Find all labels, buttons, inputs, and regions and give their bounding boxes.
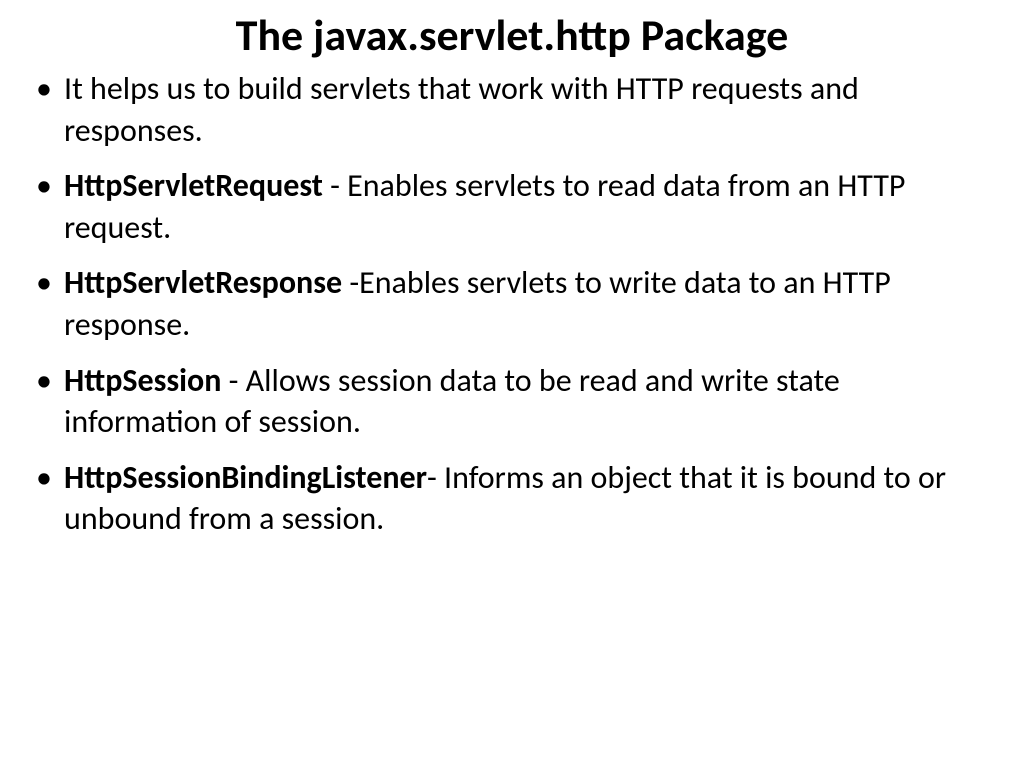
list-item: HttpSession - Allows session data to be … — [30, 360, 994, 443]
list-item: HttpServletRequest - Enables servlets to… — [30, 165, 994, 248]
list-item: HttpSessionBindingListener- Informs an o… — [30, 457, 994, 540]
definition: It helps us to build servlets that work … — [64, 69, 859, 150]
bullet-list: It helps us to build servlets that work … — [30, 68, 994, 540]
term: HttpServletRequest — [64, 166, 323, 205]
list-item: It helps us to build servlets that work … — [30, 68, 994, 151]
list-item: HttpServletResponse -Enables servlets to… — [30, 262, 994, 345]
term: HttpServletResponse — [64, 263, 342, 302]
term: HttpSession — [64, 361, 221, 400]
slide: The javax.servlet.http Package It helps … — [0, 0, 1024, 768]
slide-title: The javax.servlet.http Package — [30, 8, 994, 62]
term: HttpSessionBindingListener — [64, 458, 427, 497]
